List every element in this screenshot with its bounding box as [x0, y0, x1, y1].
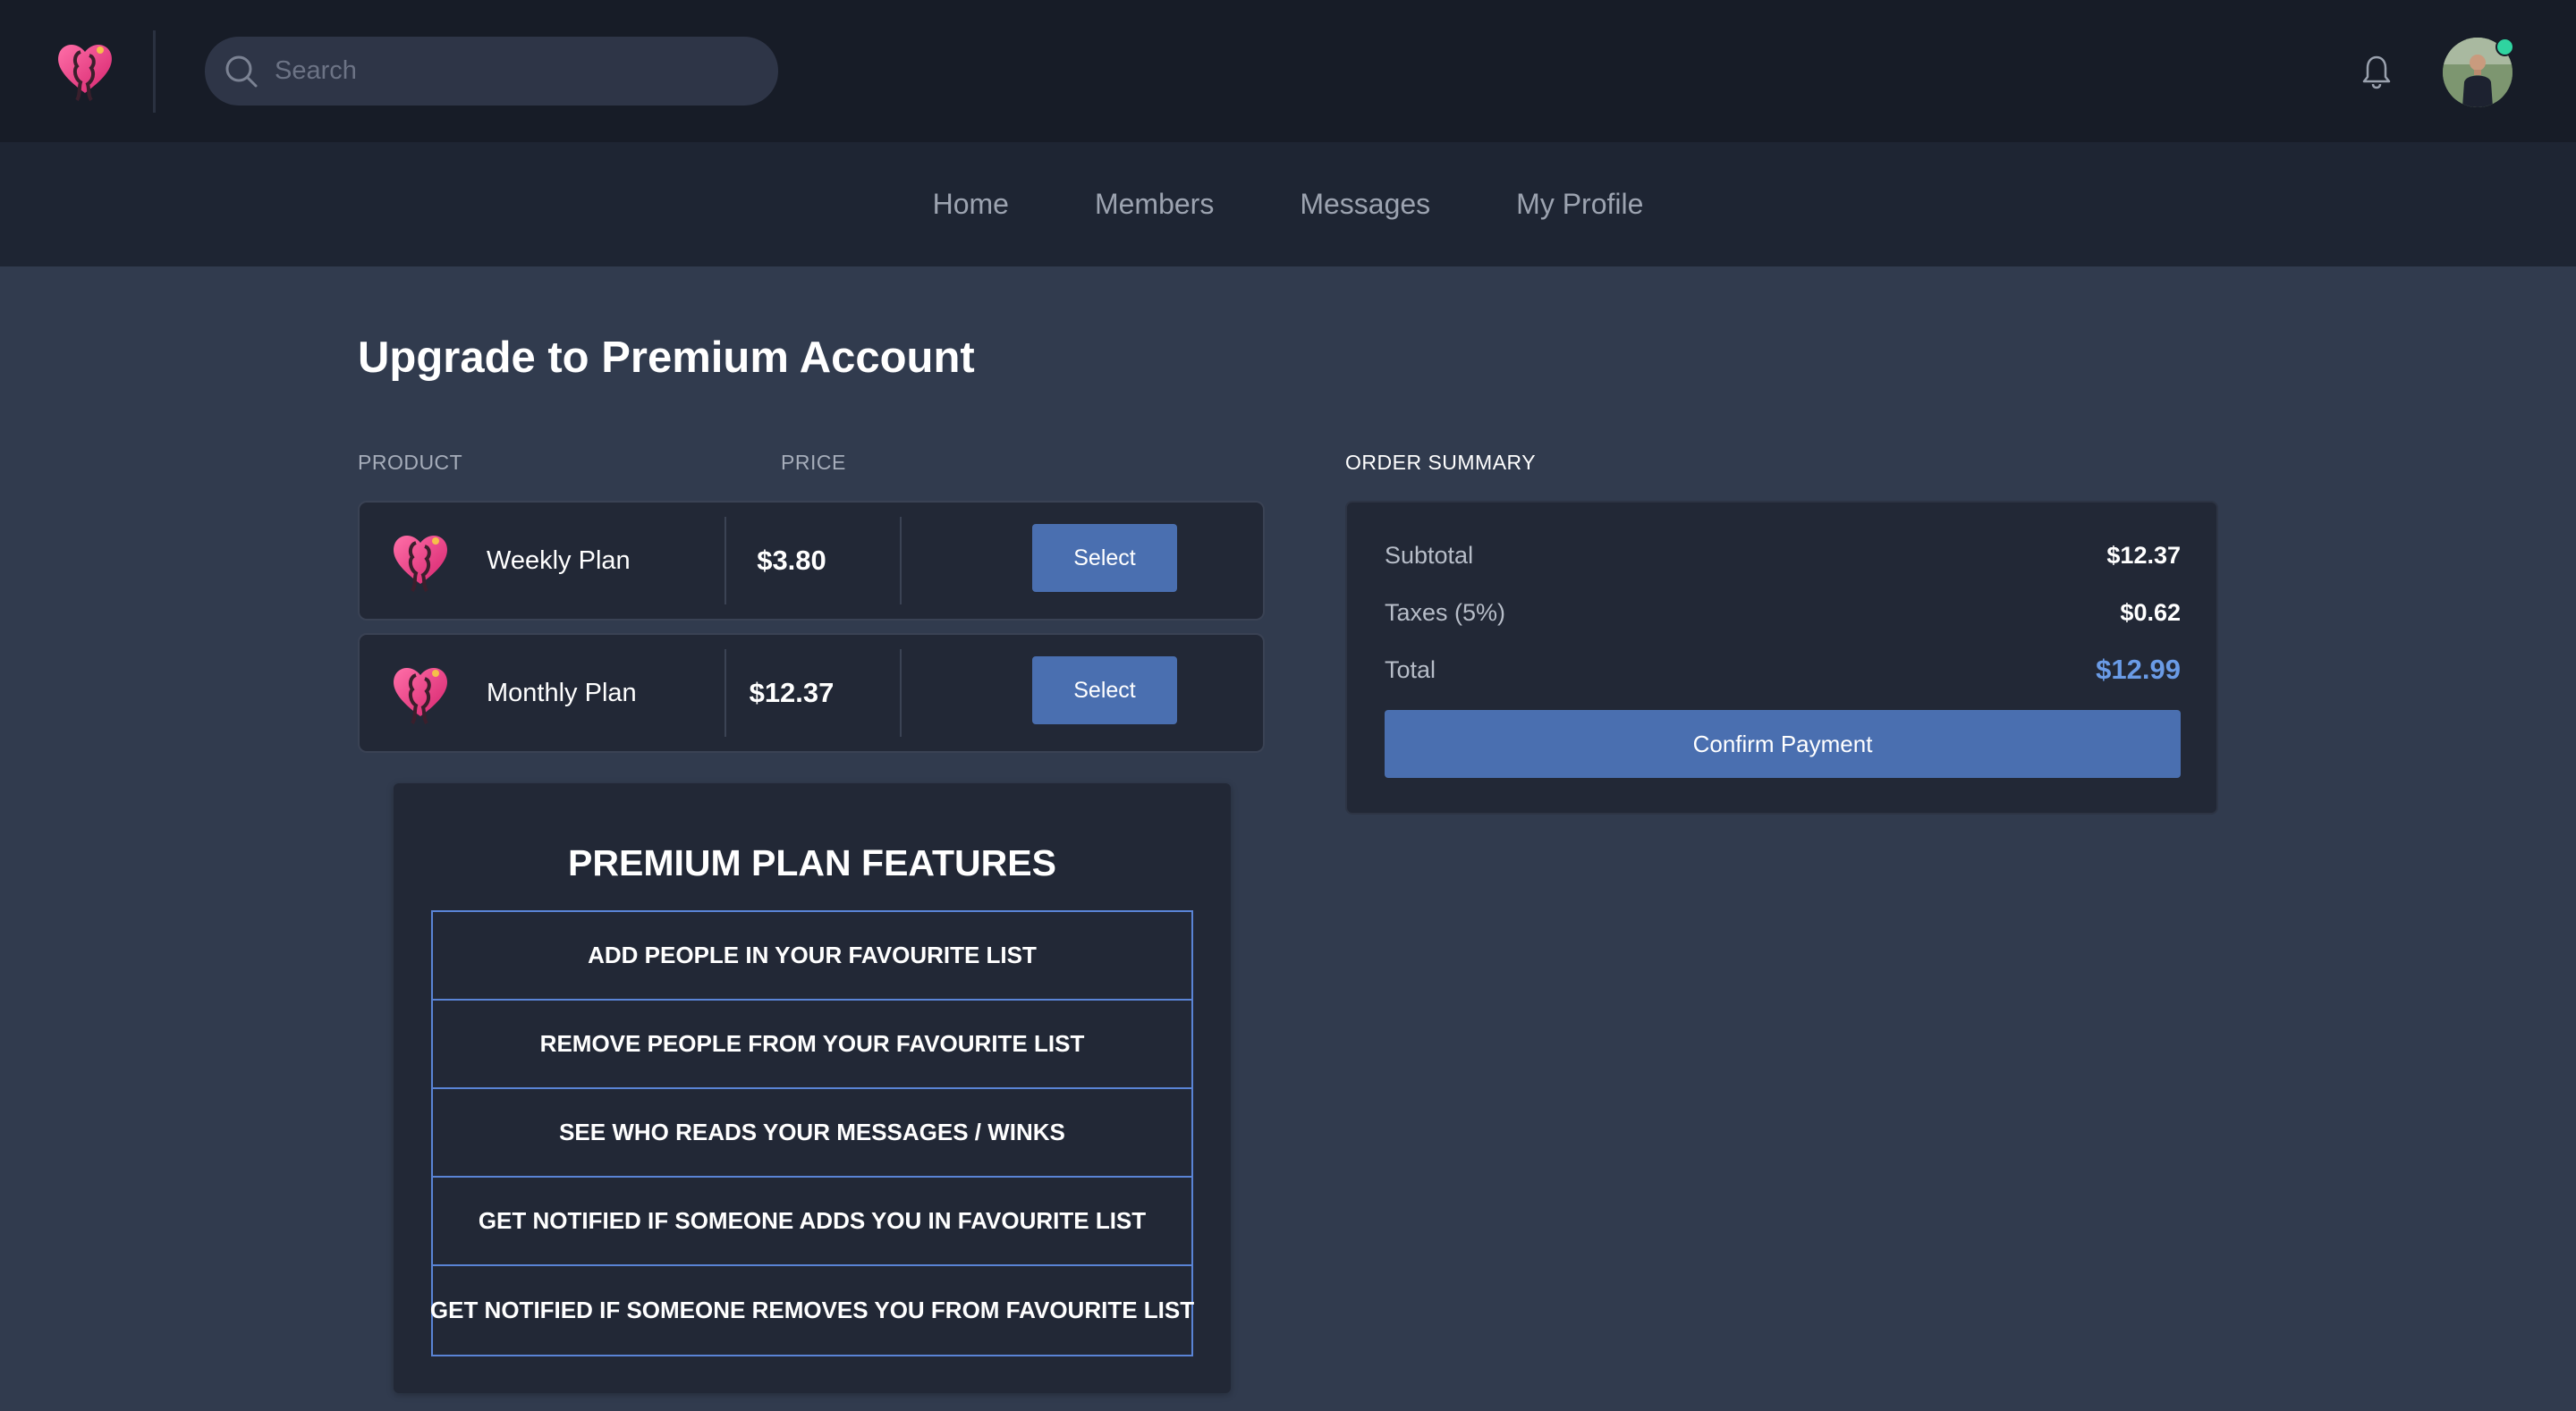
page-title: Upgrade to Premium Account: [358, 334, 975, 382]
nav-item-members[interactable]: Members: [1095, 188, 1214, 221]
total-row: Total $12.99: [1385, 654, 2181, 692]
subtotal-value: $12.37: [2106, 542, 2181, 569]
heart-couple-logo[interactable]: [54, 38, 116, 102]
features-list: ADD PEOPLE IN YOUR FAVOURITE LIST REMOVE…: [429, 910, 1195, 1356]
premium-features-panel: PREMIUM PLAN FEATURES ADD PEOPLE IN YOUR…: [394, 783, 1231, 1393]
price-column-label: PRICE: [781, 451, 846, 474]
plan-name: Monthly Plan: [487, 679, 637, 707]
feature-item: ADD PEOPLE IN YOUR FAVOURITE LIST: [433, 912, 1191, 1001]
column-divider: [900, 649, 902, 737]
confirm-payment-button[interactable]: Confirm Payment: [1385, 710, 2181, 778]
main-navigation: Home Members Messages My Profile: [0, 142, 2576, 266]
feature-item: GET NOTIFIED IF SOMEONE ADDS YOU IN FAVO…: [433, 1178, 1191, 1266]
header-divider: [153, 30, 156, 113]
taxes-value: $0.62: [2120, 599, 2181, 626]
taxes-label: Taxes (5%): [1385, 599, 1506, 626]
order-summary-panel: Subtotal $12.37 Taxes (5%) $0.62 Total $…: [1345, 501, 2218, 815]
total-label: Total: [1385, 656, 1436, 683]
order-summary-title: ORDER SUMMARY: [1345, 451, 1537, 474]
feature-item: REMOVE PEOPLE FROM YOUR FAVOURITE LIST: [433, 1001, 1191, 1089]
online-status-dot: [2496, 38, 2514, 56]
search-icon: [223, 53, 260, 90]
column-divider: [900, 517, 902, 604]
bell-icon[interactable]: [2360, 54, 2393, 89]
product-column-label: PRODUCT: [358, 451, 463, 474]
search-box[interactable]: [205, 37, 778, 106]
nav-item-my-profile[interactable]: My Profile: [1516, 188, 1643, 221]
nav-item-messages[interactable]: Messages: [1300, 188, 1430, 221]
plan-price: $12.37: [749, 677, 835, 708]
features-title: PREMIUM PLAN FEATURES: [568, 842, 1056, 883]
plan-card-weekly: Weekly Plan $3.80 Select: [358, 501, 1265, 621]
feature-item: SEE WHO READS YOUR MESSAGES / WINKS: [433, 1089, 1191, 1178]
nav-item-home[interactable]: Home: [933, 188, 1009, 221]
select-weekly-plan-button[interactable]: Select: [1032, 524, 1177, 592]
subtotal-row: Subtotal $12.37: [1385, 542, 2181, 578]
select-monthly-plan-button[interactable]: Select: [1032, 656, 1177, 724]
plan-price: $3.80: [757, 545, 826, 576]
feature-item: GET NOTIFIED IF SOMEONE REMOVES YOU FROM…: [429, 1297, 1195, 1323]
plan-card-monthly: Monthly Plan $12.37 Select: [358, 633, 1265, 753]
taxes-row: Taxes (5%) $0.62: [1385, 599, 2181, 635]
total-value: $12.99: [2096, 654, 2181, 685]
heart-couple-logo: [389, 528, 452, 594]
search-input[interactable]: [275, 37, 758, 106]
plan-name: Weekly Plan: [487, 546, 631, 575]
heart-couple-logo: [389, 660, 452, 726]
top-bar: [0, 0, 2576, 142]
subtotal-label: Subtotal: [1385, 542, 1474, 569]
